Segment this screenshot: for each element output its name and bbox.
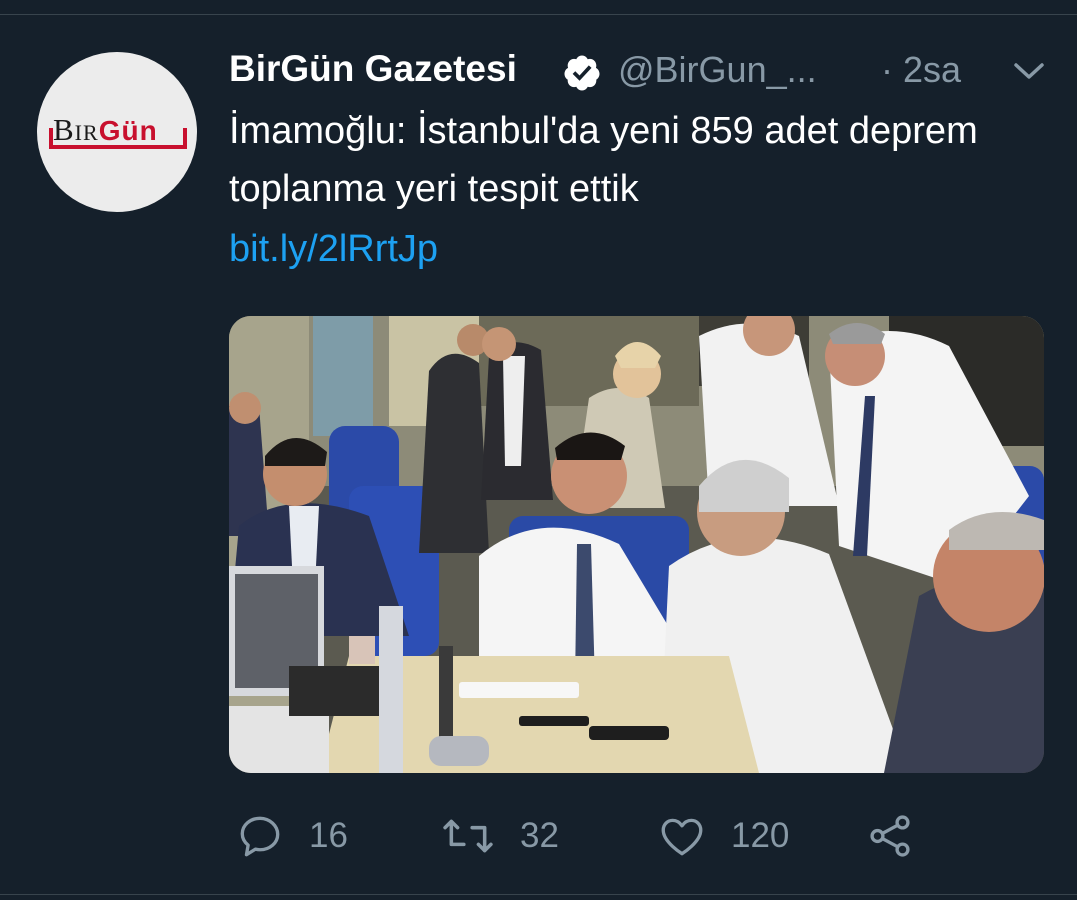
reply-icon (240, 816, 280, 857)
tweet-time[interactable]: · 2sa (881, 49, 961, 91)
bottom-divider (0, 894, 1077, 895)
retweet-icon (443, 819, 493, 853)
heart-icon (661, 818, 703, 856)
logo-part-1: Bir (53, 112, 99, 147)
like-count: 120 (731, 816, 790, 855)
verified-badge-icon (564, 55, 600, 91)
retweet-count: 32 (520, 816, 559, 855)
chevron-down-icon[interactable] (1013, 60, 1045, 84)
retweet-button[interactable]: 32 (440, 808, 559, 864)
reply-button[interactable]: 16 (235, 808, 348, 864)
birgun-logo: BirGün (49, 112, 187, 149)
meeting-photo-illustration (229, 316, 1044, 773)
share-button[interactable] (865, 808, 915, 864)
display-name[interactable]: BirGün Gazetesi (229, 48, 517, 90)
tweet-link[interactable]: bit.ly/2lRrtJp (229, 220, 438, 278)
like-button[interactable]: 120 (657, 808, 789, 864)
reply-count: 16 (309, 816, 348, 855)
user-handle[interactable]: @BirGun_... (618, 49, 817, 91)
tweet-header: BirGün Gazetesi @BirGun_... · 2sa (229, 48, 1049, 94)
share-icon (870, 815, 910, 857)
avatar[interactable]: BirGün (37, 52, 197, 212)
top-divider (0, 0, 1077, 15)
tweet-actions: 16 32 120 (229, 808, 1049, 864)
tweet-photo[interactable] (229, 316, 1044, 773)
logo-part-2: Gün (98, 115, 158, 146)
tweet-text: İmamoğlu: İstanbul'da yeni 859 adet depr… (229, 110, 978, 210)
